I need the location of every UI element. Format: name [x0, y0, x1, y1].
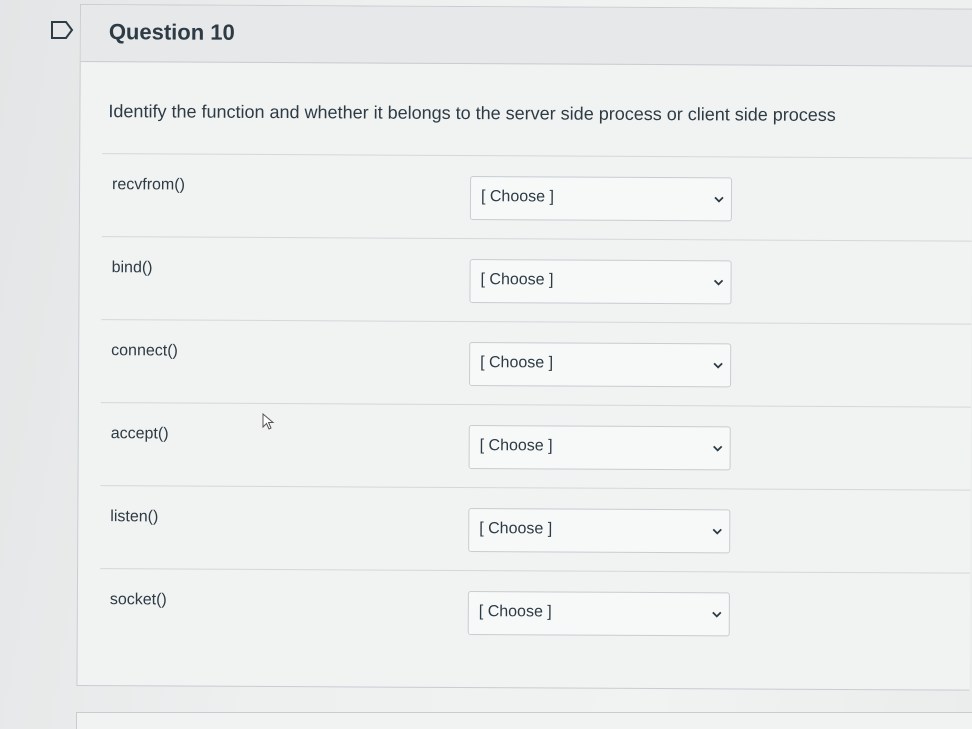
function-label: listen() — [110, 508, 159, 526]
matching-row: socket() [ Choose ] — [99, 568, 971, 656]
matching-rows: recvfrom() [ Choose ] bind() [ Choose ] … — [99, 153, 972, 656]
answer-dropdown[interactable]: [ Choose ] — [469, 176, 733, 222]
question-prompt: Identify the function and whether it bel… — [108, 101, 836, 125]
dropdown-value: [ Choose ] — [478, 603, 552, 621]
answer-dropdown[interactable]: [ Choose ] — [468, 425, 731, 471]
answer-dropdown[interactable]: [ Choose ] — [468, 508, 731, 554]
mouse-pointer-icon — [262, 413, 275, 430]
chevron-down-icon — [713, 279, 724, 286]
answer-dropdown[interactable]: [ Choose ] — [467, 591, 730, 637]
chevron-down-icon — [712, 528, 722, 535]
dropdown-value: [ Choose ] — [479, 437, 553, 455]
matching-row: recvfrom() [ Choose ] — [101, 153, 972, 241]
chevron-down-icon — [714, 196, 724, 203]
dropdown-value: [ Choose ] — [480, 188, 554, 206]
dropdown-value: [ Choose ] — [480, 354, 554, 372]
question-header: Question 10 — [80, 5, 972, 67]
function-label: socket() — [109, 591, 167, 609]
matching-row: bind() [ Choose ] — [101, 236, 972, 324]
dropdown-value: [ Choose ] — [480, 271, 554, 289]
answer-dropdown[interactable]: [ Choose ] — [469, 259, 732, 305]
next-question-card — [76, 712, 972, 729]
matching-row: listen() [ Choose ] — [100, 485, 971, 573]
answer-dropdown[interactable]: [ Choose ] — [469, 342, 732, 388]
chevron-down-icon — [713, 362, 723, 369]
question-card: Question 10 Identify the function and wh… — [76, 4, 972, 691]
dropdown-value: [ Choose ] — [479, 520, 553, 538]
function-label: recvfrom() — [112, 176, 185, 194]
function-label: bind() — [111, 259, 153, 277]
question-title: Question 10 — [108, 19, 235, 45]
chevron-down-icon — [713, 445, 723, 452]
function-label: connect() — [111, 342, 178, 360]
matching-row: connect() [ Choose ] — [100, 319, 972, 407]
bookmark-flag-icon[interactable] — [50, 20, 74, 40]
matching-row: accept() [ Choose ] — [100, 402, 971, 490]
function-label: accept() — [110, 425, 169, 443]
quiz-page: Question 10 Identify the function and wh… — [0, 0, 972, 729]
chevron-down-icon — [712, 611, 722, 618]
